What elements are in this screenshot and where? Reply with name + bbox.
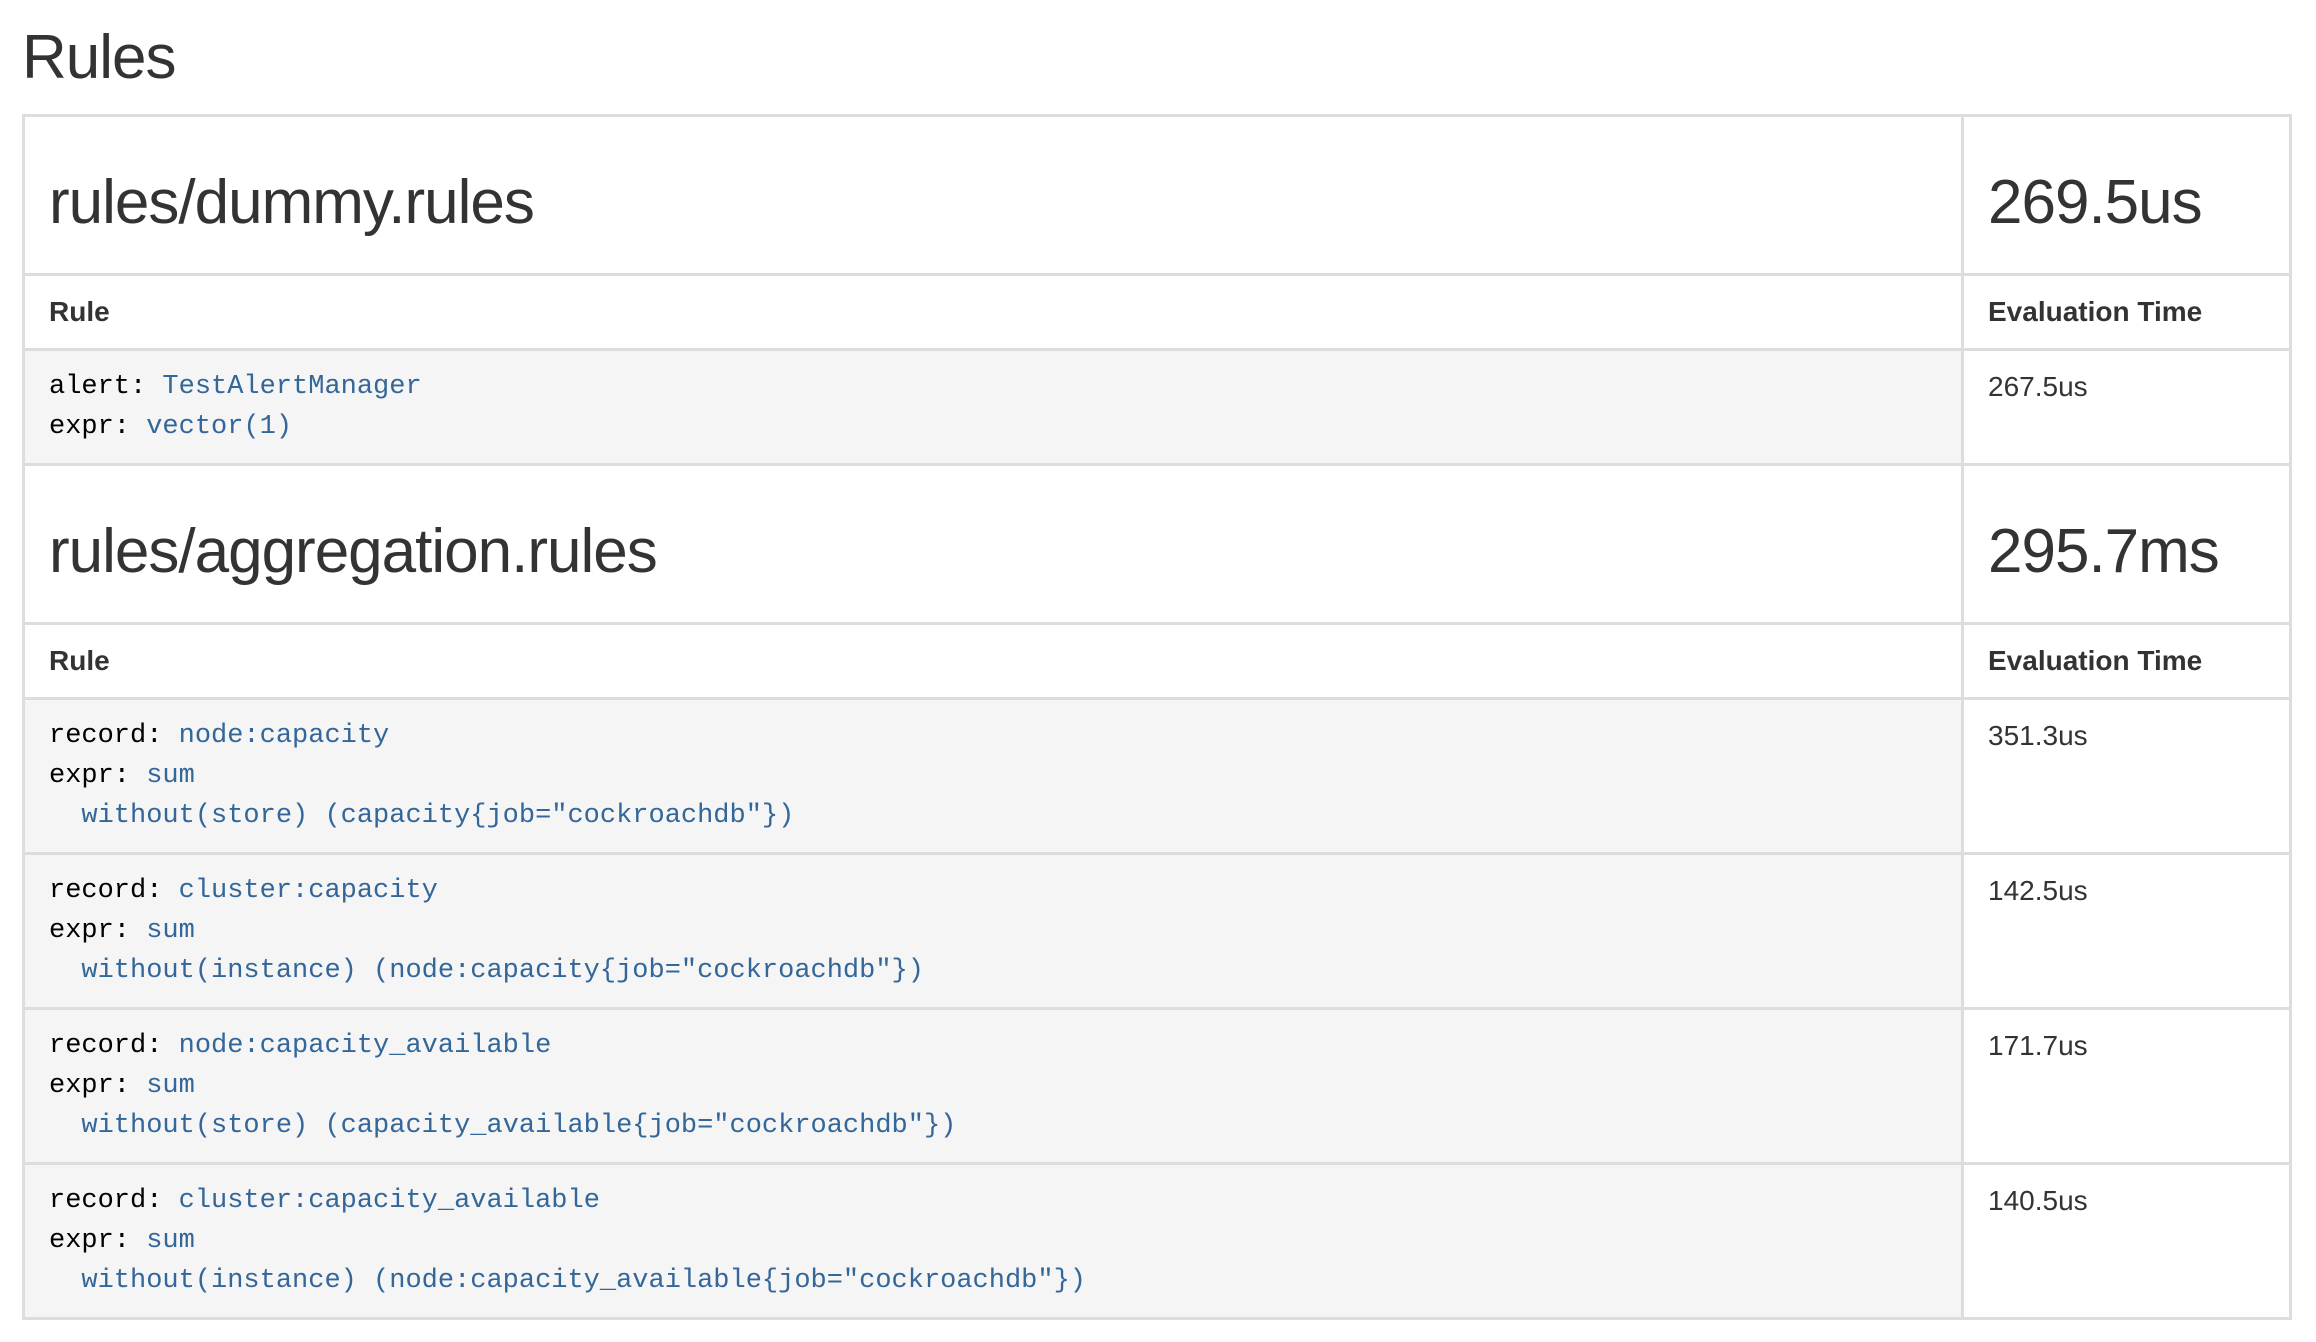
evaluation-time-column-header: Evaluation Time: [1963, 624, 2291, 699]
rule-link[interactable]: without(instance) (node:capacity{job="co…: [49, 956, 924, 986]
rule-row: record: node:capacityexpr: sum without(s…: [24, 699, 2291, 854]
rule-code-line: expr: sum: [49, 1221, 1937, 1261]
rule-evaluation-time: 140.5us: [1963, 1164, 2291, 1319]
rule-code-label: record:: [49, 876, 179, 906]
rule-cell: record: cluster:capacityexpr: sum withou…: [24, 854, 1963, 1009]
rule-group-evaluation-time: 269.5us: [1988, 169, 2265, 237]
rule-link[interactable]: node:capacity: [179, 721, 390, 751]
rule-code-label: record:: [49, 1031, 179, 1061]
rule-link[interactable]: vector(1): [146, 412, 292, 442]
rule-link[interactable]: node:capacity_available: [179, 1031, 552, 1061]
rule-row: record: cluster:capacity_availableexpr: …: [24, 1164, 2291, 1319]
rule-cell: record: node:capacity_availableexpr: sum…: [24, 1009, 1963, 1164]
rule-code-line: record: cluster:capacity: [49, 871, 1937, 911]
rule-column-header: Rule: [24, 275, 1963, 350]
rule-link[interactable]: cluster:capacity_available: [179, 1186, 600, 1216]
rule-link[interactable]: sum: [146, 916, 195, 946]
rule-code-line: without(instance) (node:capacity_availab…: [49, 1261, 1937, 1301]
rule-link[interactable]: without(store) (capacity{job="cockroachd…: [49, 801, 794, 831]
rule-code-line: alert: TestAlertManager: [49, 367, 1937, 407]
rule-row: alert: TestAlertManagerexpr: vector(1) 2…: [24, 350, 2291, 465]
rule-link[interactable]: sum: [146, 1071, 195, 1101]
rule-evaluation-time: 267.5us: [1963, 350, 2291, 465]
rule-code-label: expr:: [49, 1226, 146, 1256]
evaluation-time-column-header: Evaluation Time: [1963, 275, 2291, 350]
rule-cell: record: node:capacityexpr: sum without(s…: [24, 699, 1963, 854]
rule-code-line: without(store) (capacity{job="cockroachd…: [49, 796, 1937, 836]
rule-code-line: without(instance) (node:capacity{job="co…: [49, 951, 1937, 991]
rule-code-label: expr:: [49, 761, 146, 791]
rule-code-label: alert:: [49, 372, 162, 402]
rule-group-file: rules/dummy.rules: [49, 169, 1937, 237]
rule-row: record: cluster:capacityexpr: sum withou…: [24, 854, 2291, 1009]
rule-link[interactable]: cluster:capacity: [179, 876, 438, 906]
rule-code-label: expr:: [49, 916, 146, 946]
rule-link[interactable]: TestAlertManager: [162, 372, 421, 402]
group-heading-row: rules/dummy.rules 269.5us: [24, 116, 2291, 275]
rule-code-label: expr:: [49, 1071, 146, 1101]
rule-code-line: record: node:capacity: [49, 716, 1937, 756]
rule-link[interactable]: without(instance) (node:capacity_availab…: [49, 1266, 1086, 1296]
rule-code-line: expr: sum: [49, 1066, 1937, 1106]
group-heading-row: rules/aggregation.rules 295.7ms: [24, 465, 2291, 624]
rule-row: record: node:capacity_availableexpr: sum…: [24, 1009, 2291, 1164]
rule-evaluation-time: 171.7us: [1963, 1009, 2291, 1164]
column-header-row: Rule Evaluation Time: [24, 624, 2291, 699]
rule-cell: record: cluster:capacity_availableexpr: …: [24, 1164, 1963, 1319]
rule-evaluation-time: 351.3us: [1963, 699, 2291, 854]
rule-code-label: record:: [49, 721, 179, 751]
column-header-row: Rule Evaluation Time: [24, 275, 2291, 350]
rule-code-line: record: cluster:capacity_available: [49, 1181, 1937, 1221]
rule-code-line: expr: sum: [49, 911, 1937, 951]
rule-code-line: expr: sum: [49, 756, 1937, 796]
rules-table-body: rules/dummy.rules 269.5us Rule Evaluatio…: [24, 116, 2291, 1319]
rule-code-label: expr:: [49, 412, 146, 442]
rule-link[interactable]: sum: [146, 761, 195, 791]
rules-page: Rules rules/dummy.rules 269.5us Rule Eva…: [0, 20, 2316, 1320]
rule-cell: alert: TestAlertManagerexpr: vector(1): [24, 350, 1963, 465]
rules-table: rules/dummy.rules 269.5us Rule Evaluatio…: [22, 114, 2292, 1320]
rule-evaluation-time: 142.5us: [1963, 854, 2291, 1009]
rule-link[interactable]: sum: [146, 1226, 195, 1256]
rule-code-line: without(store) (capacity_available{job="…: [49, 1106, 1937, 1146]
page-title: Rules: [22, 20, 2292, 95]
rule-link[interactable]: without(store) (capacity_available{job="…: [49, 1111, 956, 1141]
rule-code-line: expr: vector(1): [49, 407, 1937, 447]
rule-code-label: record:: [49, 1186, 179, 1216]
rule-column-header: Rule: [24, 624, 1963, 699]
rule-group-file: rules/aggregation.rules: [49, 518, 1937, 586]
rule-code-line: record: node:capacity_available: [49, 1026, 1937, 1066]
rule-group-evaluation-time: 295.7ms: [1988, 518, 2265, 586]
